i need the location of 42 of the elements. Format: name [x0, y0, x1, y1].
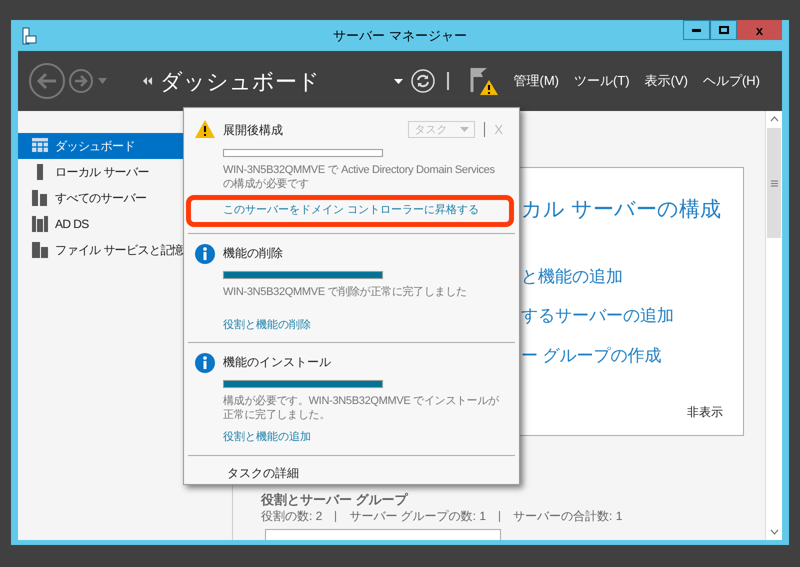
notification-message: WIN-3N5B32QMMVE で削除が正常に完了しました: [223, 284, 468, 298]
caret-icon: [460, 127, 470, 132]
info-icon: [195, 353, 215, 373]
card-heading: カル サーバーの構成: [521, 197, 722, 223]
double-chevron-icon: [143, 77, 152, 85]
menu-item[interactable]: 管理(M): [514, 71, 559, 91]
notification-message: 構成が必要です。WIN-3N5B32QMMVE でインストールが正常に完了しました。: [223, 394, 500, 422]
notification-message: WIN-3N5B32QMMVE で Active Directory Domain Services の構成が必要です: [223, 162, 496, 190]
menu-item[interactable]: ヘルプ(H): [702, 71, 760, 91]
stat-text: 役割の数: 2: [261, 508, 322, 524]
link[interactable]: 役割と機能の削除: [223, 316, 508, 333]
minimize-button[interactable]: [683, 20, 710, 40]
flag-warning-icon[interactable]: [468, 66, 498, 96]
link[interactable]: このサーバーをドメイン コントローラーに昇格する: [223, 202, 480, 219]
scroll-thumb[interactable]: [767, 128, 781, 238]
link[interactable]: するサーバーの追加: [521, 303, 723, 328]
stat-text: サーバーの合計数: 1: [513, 508, 622, 524]
stat-text: サーバー グループの数: 1: [349, 508, 486, 524]
folder-server-icon: [32, 242, 48, 258]
link[interactable]: と機能の追加: [521, 264, 723, 289]
info-icon: [195, 244, 215, 264]
task-details-link[interactable]: タスクの詳細: [188, 454, 515, 482]
servers-icon: [32, 190, 48, 206]
menu-item[interactable]: 表示(V): [644, 71, 688, 91]
notification-title: 機能の削除: [223, 244, 283, 262]
dashboard-icon: [32, 138, 48, 154]
link[interactable]: ー グループの作成: [521, 342, 723, 368]
page-title: ダッシュボード: [160, 68, 320, 96]
servers-icon: [32, 216, 48, 232]
warning-icon: [195, 120, 215, 138]
menu-item[interactable]: ツール(T): [574, 71, 630, 91]
caret-icon[interactable]: [394, 78, 402, 84]
hide-link[interactable]: 非表示: [687, 403, 723, 421]
window-title: サーバー マネージャー: [332, 26, 468, 45]
server-manager-icon: [21, 26, 37, 44]
scrollbar[interactable]: [765, 111, 782, 540]
notification-title: 機能のインストール: [223, 354, 331, 371]
section-title: 役割とサーバー グループ: [261, 492, 410, 508]
link[interactable]: 役割と機能の追加: [223, 429, 508, 446]
grip-icon: [770, 180, 778, 186]
refresh-icon[interactable]: [410, 69, 434, 93]
close-button[interactable]: x: [737, 20, 782, 40]
